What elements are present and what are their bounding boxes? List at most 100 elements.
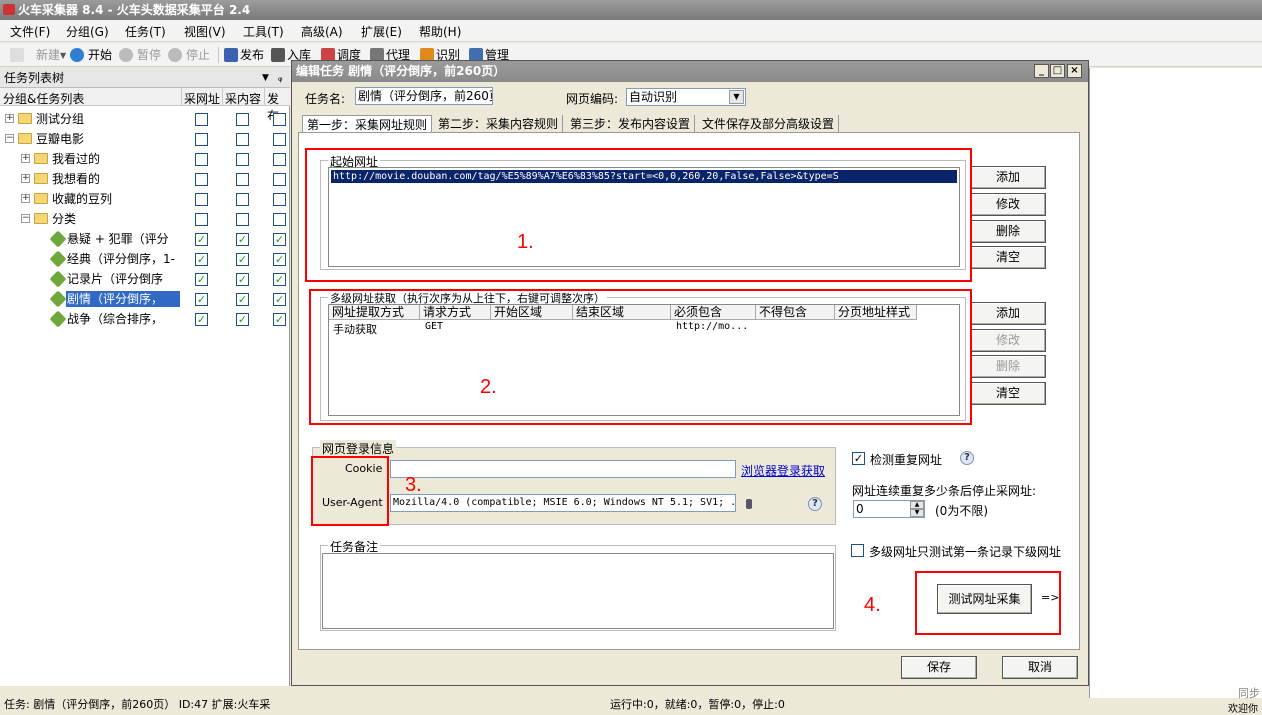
- collect-url-checkbox[interactable]: [195, 173, 208, 186]
- dup-check-checkbox[interactable]: ✓: [852, 452, 865, 465]
- col-start-region[interactable]: 开始区域: [491, 305, 573, 320]
- collect-url-checkbox[interactable]: ✓: [195, 253, 208, 266]
- col-must-exclude[interactable]: 不得包含: [756, 305, 835, 320]
- col-page-style[interactable]: 分页地址样式: [835, 305, 917, 320]
- spin-down-icon[interactable]: ▼: [910, 509, 924, 517]
- collect-url-checkbox[interactable]: ✓: [195, 273, 208, 286]
- tree-row-want[interactable]: + 我想看的: [0, 169, 290, 189]
- col-must-include[interactable]: 必须包含: [671, 305, 756, 320]
- pause-button[interactable]: 暂停: [119, 47, 161, 63]
- publish-button[interactable]: 发布: [224, 47, 264, 63]
- menu-advanced[interactable]: 高级(A): [301, 23, 343, 40]
- encoding-select[interactable]: 自动识别 ▼: [626, 88, 746, 106]
- cookie-input[interactable]: [390, 460, 736, 478]
- tree-row-task[interactable]: 悬疑 + 犯罪（评分 ✓ ✓ ✓: [0, 229, 290, 249]
- add-level-button[interactable]: 添加: [970, 302, 1046, 325]
- collect-content-checkbox[interactable]: ✓: [236, 253, 249, 266]
- clear-url-button[interactable]: 清空: [970, 246, 1046, 269]
- delete-url-button[interactable]: 删除: [970, 220, 1046, 243]
- collect-url-checkbox[interactable]: ✓: [195, 313, 208, 326]
- new-button[interactable]: 新建: [10, 47, 60, 63]
- tree-row-watched[interactable]: + 我看过的: [0, 149, 290, 169]
- col-extract-method[interactable]: 网址提取方式: [329, 305, 420, 320]
- pane-menu-icon[interactable]: ▼: [262, 68, 269, 88]
- expand-icon[interactable]: +: [21, 154, 30, 163]
- collapse-icon[interactable]: −: [5, 134, 14, 143]
- publish-checkbox[interactable]: ✓: [273, 233, 286, 246]
- menu-group[interactable]: 分组(G): [66, 23, 109, 40]
- multi-level-list[interactable]: 网址提取方式 请求方式 开始区域 结束区域 必须包含 不得包含 分页地址样式 手…: [328, 304, 960, 416]
- start-button[interactable]: 开始: [70, 47, 112, 63]
- collect-url-checkbox[interactable]: [195, 213, 208, 226]
- publish-checkbox[interactable]: ✓: [273, 313, 286, 326]
- expand-icon[interactable]: +: [5, 114, 14, 123]
- tree-row-task[interactable]: 战争（综合排序， ✓ ✓ ✓: [0, 309, 290, 329]
- tree-row-category[interactable]: − 分类: [0, 209, 290, 229]
- collect-url-checkbox[interactable]: [195, 153, 208, 166]
- maximize-icon[interactable]: □: [1050, 64, 1065, 78]
- collect-content-checkbox[interactable]: [236, 113, 249, 126]
- publish-checkbox[interactable]: [273, 153, 286, 166]
- stop-button[interactable]: 停止: [168, 47, 210, 63]
- collect-content-checkbox[interactable]: [236, 173, 249, 186]
- spin-up-icon[interactable]: ▲: [910, 501, 924, 509]
- collect-content-checkbox[interactable]: ✓: [236, 233, 249, 246]
- menu-tools[interactable]: 工具(T): [243, 23, 284, 40]
- col-collect-content[interactable]: 采内容: [225, 90, 261, 107]
- minimize-icon[interactable]: _: [1034, 64, 1049, 78]
- cancel-button[interactable]: 取消: [1002, 656, 1078, 679]
- expand-icon[interactable]: +: [21, 194, 30, 203]
- collect-url-checkbox[interactable]: [195, 133, 208, 146]
- collect-content-checkbox[interactable]: [236, 193, 249, 206]
- col-end-region[interactable]: 结束区域: [573, 305, 671, 320]
- publish-checkbox[interactable]: ✓: [273, 293, 286, 306]
- tree-row-task-selected[interactable]: 剧情（评分倒序， ✓ ✓ ✓: [0, 289, 290, 309]
- ua-dropdown-icon[interactable]: [746, 499, 752, 509]
- publish-checkbox[interactable]: [273, 213, 286, 226]
- pin-icon[interactable]: ᵩ: [278, 68, 283, 88]
- menu-help[interactable]: 帮助(H): [419, 23, 461, 40]
- collect-content-checkbox[interactable]: ✓: [236, 273, 249, 286]
- publish-checkbox[interactable]: ✓: [273, 273, 286, 286]
- add-url-button[interactable]: 添加: [970, 166, 1046, 189]
- col-collect-url[interactable]: 采网址: [184, 90, 220, 107]
- collect-url-checkbox[interactable]: [195, 113, 208, 126]
- col-name[interactable]: 分组&任务列表: [3, 90, 84, 107]
- clear-level-button[interactable]: 清空: [970, 382, 1046, 405]
- collect-url-checkbox[interactable]: ✓: [195, 293, 208, 306]
- publish-checkbox[interactable]: [273, 113, 286, 126]
- save-button[interactable]: 保存: [901, 656, 977, 679]
- publish-checkbox[interactable]: ✓: [273, 253, 286, 266]
- collect-content-checkbox[interactable]: ✓: [236, 313, 249, 326]
- dup-stop-stepper[interactable]: 0 ▲ ▼: [853, 500, 925, 518]
- menu-extend[interactable]: 扩展(E): [361, 23, 402, 40]
- expand-icon[interactable]: +: [21, 174, 30, 183]
- collect-content-checkbox[interactable]: ✓: [236, 293, 249, 306]
- collect-content-checkbox[interactable]: [236, 213, 249, 226]
- browser-login-link[interactable]: 浏览器登录获取: [741, 462, 825, 479]
- menu-task[interactable]: 任务(T): [125, 23, 166, 40]
- collect-content-checkbox[interactable]: [236, 133, 249, 146]
- delete-level-button[interactable]: 删除: [970, 355, 1046, 378]
- tree-row-doulist[interactable]: + 收藏的豆列: [0, 189, 290, 209]
- close-icon[interactable]: ×: [1067, 64, 1082, 78]
- menu-file[interactable]: 文件(F): [10, 23, 50, 40]
- col-request-method[interactable]: 请求方式: [420, 305, 491, 320]
- collect-url-checkbox[interactable]: [195, 193, 208, 206]
- task-name-input[interactable]: 剧情（评分倒序，前260页: [355, 87, 493, 105]
- row-extract-method[interactable]: 手动获取: [333, 321, 377, 337]
- start-url-item[interactable]: http://movie.douban.com/tag/%E5%89%A7%E6…: [331, 170, 957, 183]
- new-dropdown-icon[interactable]: ▼: [60, 51, 66, 60]
- tree-row-task[interactable]: 记录片（评分倒序 ✓ ✓ ✓: [0, 269, 290, 289]
- tree-row-douban[interactable]: − 豆瓣电影: [0, 129, 290, 149]
- publish-checkbox[interactable]: [273, 193, 286, 206]
- test-url-collect-button[interactable]: 测试网址采集: [937, 584, 1032, 614]
- publish-checkbox[interactable]: [273, 133, 286, 146]
- remarks-textarea[interactable]: [322, 553, 834, 629]
- help-icon[interactable]: ?: [808, 497, 822, 511]
- edit-level-button[interactable]: 修改: [970, 329, 1046, 352]
- tree-row-task[interactable]: 经典（评分倒序，1- ✓ ✓ ✓: [0, 249, 290, 269]
- collapse-icon[interactable]: −: [21, 214, 30, 223]
- tree-row-test-group[interactable]: + 测试分组: [0, 109, 290, 129]
- collect-url-checkbox[interactable]: ✓: [195, 233, 208, 246]
